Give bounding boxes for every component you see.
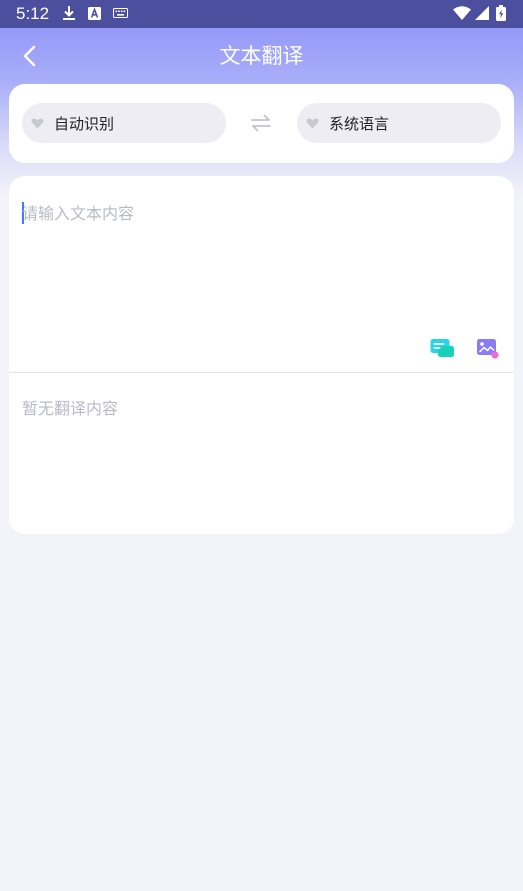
swap-languages-button[interactable] (247, 110, 275, 136)
text-chat-button[interactable] (430, 337, 456, 361)
page-title: 文本翻译 (219, 44, 304, 68)
text-chat-icon (430, 339, 454, 357)
download-icon (62, 5, 76, 21)
image-translate-button[interactable] (475, 337, 501, 361)
language-selector-card: 自动识别 系统语言 (9, 84, 514, 163)
dropdown-heart-icon (30, 116, 44, 130)
swap-arrows-icon (251, 114, 271, 132)
source-language-dropdown[interactable]: 自动识别 (22, 103, 226, 143)
status-bar: 5:12 (0, 0, 523, 28)
status-time: 5:12 (16, 4, 50, 23)
target-language-dropdown[interactable]: 系统语言 (297, 103, 501, 143)
source-language-label: 自动识别 (54, 114, 115, 133)
target-language-label: 系统语言 (329, 114, 390, 133)
navigation-bar: 文本翻译 (0, 28, 523, 84)
text-a-icon (88, 5, 101, 21)
translation-card: 暂无翻译内容 (9, 176, 514, 534)
dropdown-heart-icon (305, 116, 319, 130)
source-text-input[interactable] (22, 196, 492, 329)
divider (9, 372, 514, 373)
translation-result-placeholder: 暂无翻译内容 (22, 399, 119, 418)
signal-icon (475, 5, 489, 21)
keyboard-icon (113, 5, 128, 21)
battery-icon (496, 5, 506, 21)
wifi-icon (453, 5, 471, 21)
image-icon (477, 339, 499, 359)
